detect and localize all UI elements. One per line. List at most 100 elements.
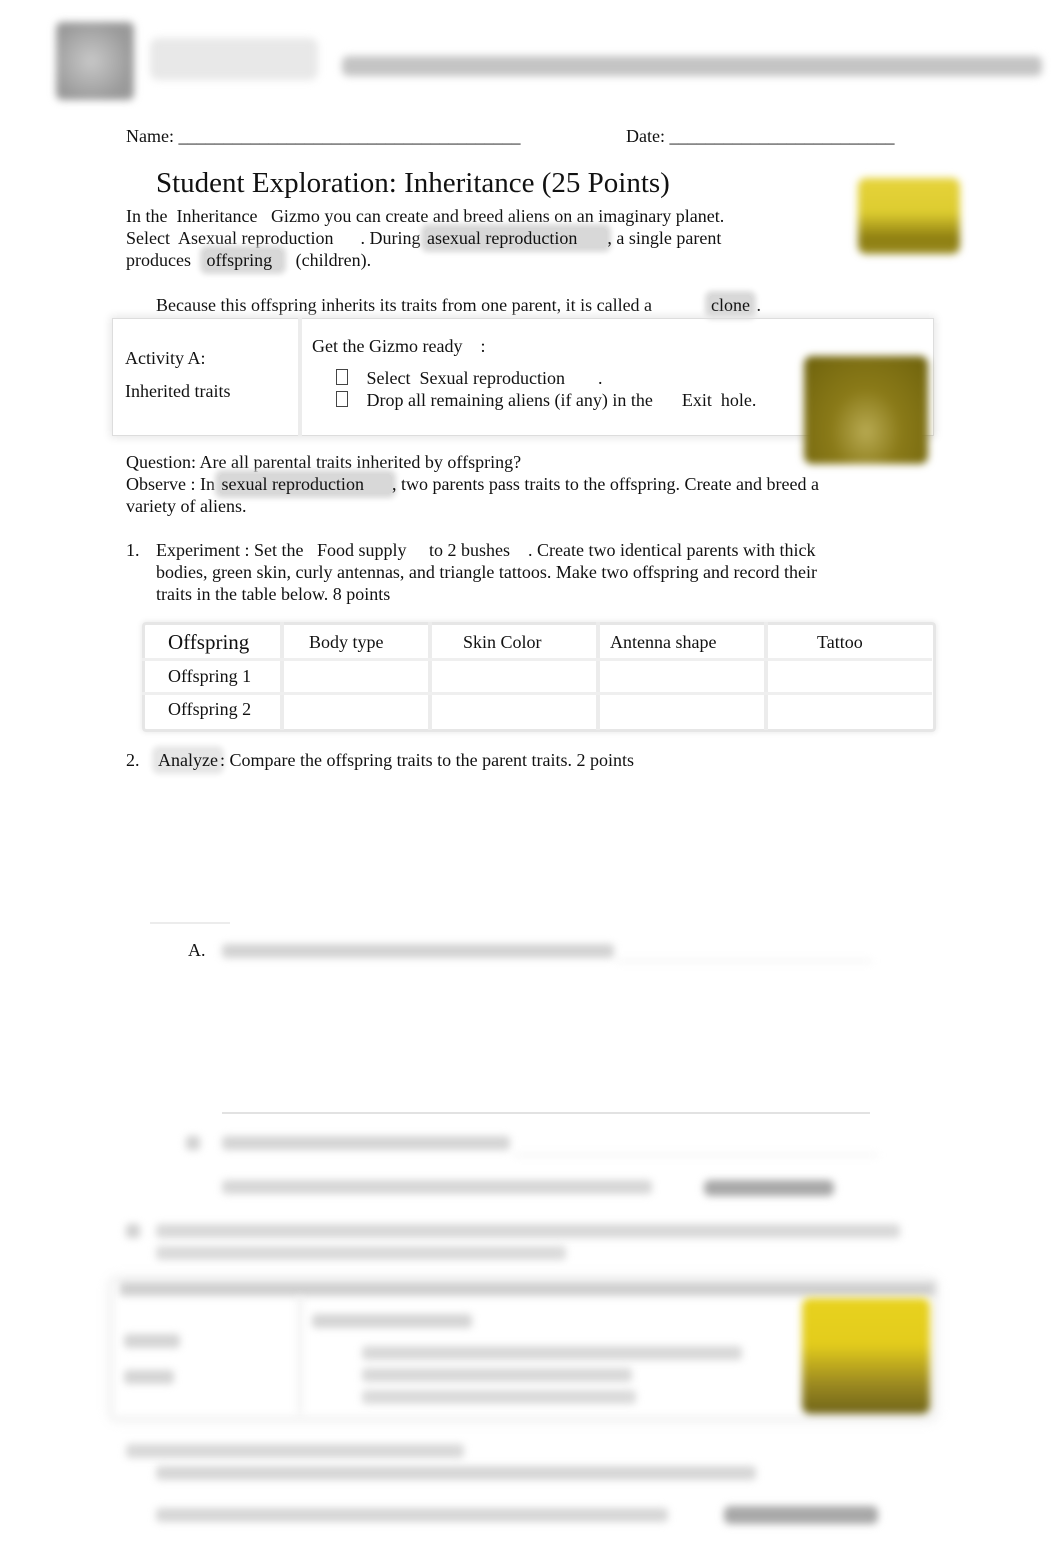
table-divider [596,622,600,730]
table-cell-skin-color[interactable] [438,697,590,723]
table-header-skin-color: Skin Color [463,632,542,652]
q2-number: 2. [126,750,140,770]
experiment-label: Experiment [156,540,240,560]
q2-answer-area[interactable] [156,795,896,915]
ready-heading-text: Get the Gizmo ready [312,336,463,356]
blurred-activity-label [124,1334,180,1348]
answer-line[interactable] [616,960,872,962]
blurred-question-text [222,1136,510,1150]
vocab-clone: clone [709,295,753,315]
ready-colon: : [480,336,486,356]
table-header-antenna-shape: Antenna shape [610,632,717,652]
table-divider [280,622,284,730]
q1-line-3: traits in the table below. 8 points [156,584,391,604]
blurred-question-text [156,1224,900,1238]
intro-text: Select [126,228,170,248]
blurred-number [126,1224,140,1238]
observe-text: : In [190,474,215,494]
activity-a-label: Activity A: [125,348,206,368]
intro-text: . During [360,228,421,248]
blurred-question-text [156,1466,756,1480]
blurred-text [156,1508,668,1522]
table-cell-tattoo[interactable] [774,697,924,723]
blurred-answer-field[interactable] [704,1180,834,1196]
blurred-label [186,1136,200,1150]
activity-a-name: Inherited traits [125,381,231,401]
q1-number: 1. [126,540,140,560]
date-label: Date: [626,126,665,146]
intro-line-3: produces offspring (children). [126,250,371,271]
intro-text: (children). [295,250,372,270]
divider [150,922,230,924]
name-blank[interactable]: ______________________________________ [178,126,520,146]
step-text: Drop all remaining aliens (if any) in th… [366,390,653,410]
table-row-label: Offspring 1 [168,666,252,686]
q2-text: : Compare the offspring traits to the pa… [219,750,635,770]
intro-line-2: Select Asexual reproduction . During ase… [126,228,721,249]
blurred-answer-field[interactable] [724,1506,878,1524]
blurred-step [362,1390,636,1404]
gizmo-name: Inheritance [176,206,258,226]
intro-text: In the [126,206,168,226]
alien-image [804,356,928,464]
q2-sub-a-label: A. [188,940,206,960]
option-sexual-reproduction: Sexual reproduction [419,368,565,388]
intro-text: . [756,295,762,315]
q1-line-1: Experiment : Set the Food supply to 2 bu… [156,540,815,561]
activity-divider [298,318,302,436]
intro-text: produces [126,250,191,270]
q1-text: to [429,540,444,560]
bushes-value: 2 bushes [447,540,511,560]
blurred-step [362,1346,742,1360]
page-title: Student Exploration: Inheritance (25 Poi… [156,167,670,199]
answer-line[interactable] [514,1154,878,1156]
blurred-ready-heading [312,1314,472,1328]
table-cell-skin-color[interactable] [438,664,590,690]
blurred-question-text [126,1444,464,1458]
vocab-offspring: offspring [204,250,283,270]
intro-line-1: In the Inheritance Gizmo you can create … [126,206,724,227]
setup-step-1: Select Sexual reproduction . [336,368,602,389]
table-cell-tattoo[interactable] [774,664,924,690]
intro-line-4: Because this offspring inherits its trai… [156,295,761,316]
gizmo-thumbnail-image [858,178,960,254]
gizmo-ready-heading: Get the Gizmo ready : [312,336,485,357]
q1-text: : Set the [244,540,304,560]
date-blank[interactable]: _________________________ [669,126,894,146]
table-header-body-type: Body type [309,632,384,652]
checkbox-icon [336,369,348,385]
name-field[interactable]: Name: __________________________________… [126,126,520,147]
table-cell-body-type[interactable] [290,664,422,690]
name-label: Name: [126,126,174,146]
question-text: Question: Are all parental traits inheri… [126,452,522,472]
setup-step-2: Drop all remaining aliens (if any) in th… [336,390,756,411]
option-asexual: Asexual reproduction [178,228,334,248]
food-supply-label: Food supply [316,540,407,560]
step-text: Select [366,368,411,388]
blurred-question-text [156,1246,566,1260]
vocab-asexual-reproduction: asexual reproduction [424,228,608,248]
blurred-activity-name [124,1370,174,1384]
blurred-question-text [222,944,614,958]
alien-image [802,1298,930,1414]
observe-line-1: Observe : In sexual reproduction, two pa… [126,474,819,495]
observe-text: , two parents pass traits to the offspri… [391,474,819,494]
table-divider [428,622,432,730]
table-header-tattoo: Tattoo [817,632,863,652]
date-field[interactable]: Date: _________________________ [626,126,894,147]
table-cell-antenna-shape[interactable] [606,697,758,723]
q2-line: Analyze: Compare the offspring traits to… [156,750,634,771]
table-cell-antenna-shape[interactable] [606,664,758,690]
intro-text: , a single parent [607,228,722,248]
q1-text: . Create two identical parents with thic… [528,540,816,560]
header-bar [342,56,1042,76]
vocab-sexual-reproduction: sexual reproduction [219,474,392,494]
q1-line-2: bodies, green skin, curly antennas, and … [156,562,817,582]
step-text: hole. [720,390,757,410]
exit-hole-label: Exit [681,390,712,410]
checkbox-icon [336,391,348,407]
observe-label: Observe [126,474,186,494]
table-cell-body-type[interactable] [290,697,422,723]
table-row-divider [142,658,932,661]
answer-line[interactable] [222,1112,870,1114]
